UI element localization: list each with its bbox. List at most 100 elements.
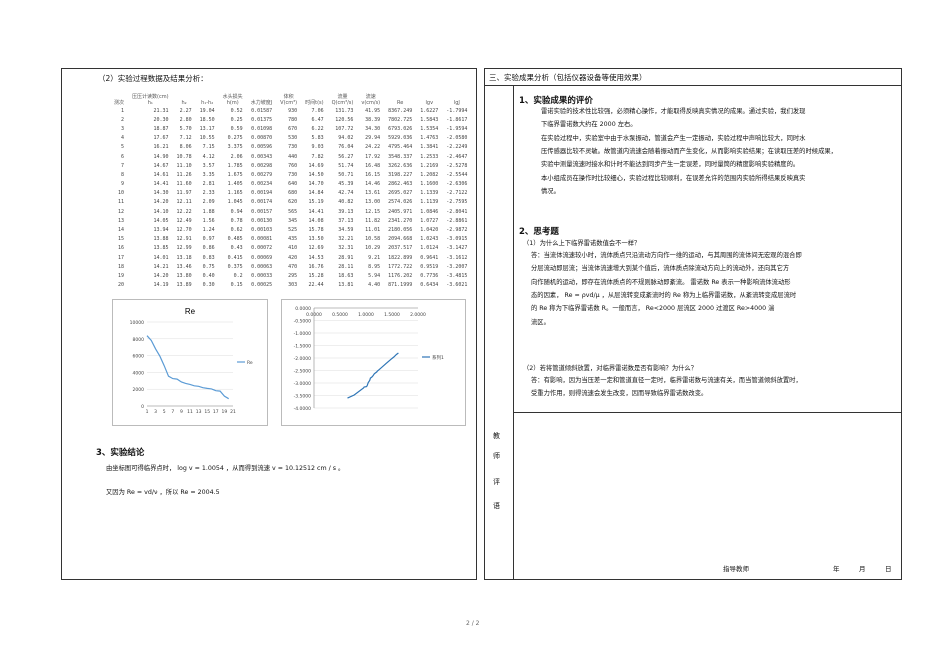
table-row: 13 14.05 12.49 1.56 0.78 0.00130 345 14.08 37.13… [110, 216, 471, 225]
table-header-cell: h₂ [181, 100, 187, 106]
table-cell: 14.53 [308, 254, 324, 261]
table-cell: 0.75 [202, 263, 215, 270]
table-cell: 24.22 [365, 144, 381, 151]
table-cell: -2.0580 [446, 135, 468, 142]
footer-day: 日 [885, 565, 892, 573]
footer-instructor: 指导教师 [723, 565, 749, 573]
table-cell: 16.48 [365, 162, 381, 169]
table-cell: 6.47 [311, 116, 324, 123]
table-cell: 871.1999 [388, 282, 413, 289]
table-cell: 1.0243 [420, 236, 439, 243]
table-cell: 15.78 [308, 227, 324, 234]
table-cell: 20 [117, 282, 125, 289]
table-cell: 0.485 [227, 236, 243, 243]
table-cell: 0.9519 [420, 263, 439, 270]
table-cell: 0.00279 [251, 171, 273, 178]
table-cell: -3.1612 [446, 254, 468, 261]
chart1-ytick: 10000 [130, 320, 144, 326]
table-cell: 14.90 [153, 153, 169, 160]
table-cell: 0.94 [230, 208, 243, 215]
table-cell: -2.6306 [446, 181, 468, 188]
table-cell: 19 [117, 272, 125, 279]
chart2-xtick: 1.0000 [358, 312, 374, 318]
table-cell: 1.405 [227, 181, 243, 188]
table-header-cell: 流量 Q(cm³/s) [331, 94, 354, 106]
table-header-cell: lgv [425, 100, 434, 106]
table-cell: 14.08 [308, 217, 324, 224]
side-label-2: 师 [493, 452, 500, 460]
p1-line: 雷诺实验的技术性比较强，必须精心操作，才能取得反映真实情况的成果。通过实验，我们… [541, 108, 806, 115]
table-cell: 51.74 [338, 162, 354, 169]
table-cell: 930 [288, 107, 298, 114]
section-title-data: （2）实验过程数据及结果分析： [98, 74, 208, 83]
table-cell: 4.40 [368, 282, 381, 289]
table-cell: -2.8861 [446, 217, 468, 224]
table-cell: -3.6021 [446, 282, 468, 289]
table-cell: 303 [288, 282, 298, 289]
table-cell: 18.87 [153, 125, 169, 132]
table-cell: 32.31 [338, 245, 354, 252]
table-cell: 2574.026 [388, 199, 413, 206]
table-cell: 17.67 [153, 135, 169, 142]
footer-year: 年 [833, 565, 840, 573]
header-divider [485, 85, 901, 86]
table-cell: 14.69 [308, 162, 324, 169]
table-row: 2 20.30 2.80 18.50 0.25 0.01375 780 6.47 120.56 3… [110, 115, 471, 124]
table-cell: 7.06 [311, 107, 324, 114]
chart1-xtick: 21 [230, 409, 236, 415]
table-cell: 0.7736 [420, 272, 439, 279]
table-cell: 345 [288, 217, 298, 224]
table-cell: 0.62 [230, 227, 243, 234]
table-cell: 3.57 [202, 162, 215, 169]
table-cell: 0.00194 [251, 190, 273, 197]
conclusion-line1: 由坐标图可得临界点时， log v = 1.0054 ，从而得到流速 v = 1… [106, 465, 345, 472]
table-header-cell: 流速 v(cm/s) [361, 94, 381, 106]
chart1-xtick: 1 [146, 409, 149, 415]
table-cell: 16.21 [153, 144, 169, 151]
table-cell: 13.00 [365, 199, 381, 206]
table-row: 16 13.85 12.99 0.86 0.43 0.00072 410 12.69 32.31… [110, 244, 471, 253]
chart1-xtick: 15 [204, 409, 210, 415]
table-row: 20 14.19 13.89 0.30 0.15 0.00025 303 22.44 13.81… [110, 281, 471, 290]
table-cell: 15 [117, 236, 125, 243]
questions-heading: 2、思考题 [519, 227, 559, 237]
table-cell: 530 [288, 135, 298, 142]
chart2-series-line [347, 352, 399, 399]
table-cell: 3.375 [227, 144, 243, 151]
table-cell: 39.13 [338, 208, 354, 215]
p1-line: 压传感器比较不灵敏。故管道内流速会随着振动而产生变化，从而影响实验结果；在读取压… [541, 147, 837, 155]
table-cell: 0.6434 [420, 282, 439, 289]
a1-line: 答：当流体流速较小时，流体质点只沿流动方向作一维的运动，与其周围的流体间无宏观的… [531, 252, 802, 259]
table-cell: 11.60 [176, 181, 192, 188]
chart1-ytick: 4000 [133, 370, 145, 376]
table-cell: 37.13 [338, 217, 354, 224]
table-row: 14 13.94 12.70 1.24 0.62 0.00103 525 15.78 34.59… [110, 225, 471, 234]
table-header-cell: 水头损失 h(m) [222, 94, 243, 106]
table-cell: 13.50 [308, 236, 324, 243]
table-cell: 0.00870 [251, 135, 273, 142]
chart2-ytick: -2.5000 [294, 369, 312, 375]
table-cell: 9.21 [368, 254, 381, 261]
side-label-1: 教 [493, 432, 500, 440]
p1-line: 实验中测量流速时接水和计时不能达到同步产生一定误差，同时量筒的精度影响实验精度的… [541, 161, 800, 169]
lg-chart-svg: 0.0000-0.5000-1.0000-1.5000-2.0000-2.500… [294, 306, 444, 412]
table-cell: 0.83 [202, 254, 215, 261]
conclusion-heading: 3、实验结论 [96, 448, 145, 458]
chart1-ytick: 0 [141, 404, 144, 410]
table-cell: 14.20 [153, 199, 169, 206]
table-cell: 2.81 [202, 181, 215, 188]
table-row: 17 14.01 13.18 0.83 0.415 0.00069 420 14.53 28.9… [110, 253, 471, 262]
chart1-xtick: 11 [187, 409, 193, 415]
table-cell: 10.78 [176, 153, 192, 160]
chart2-ytick: 0.0000 [295, 306, 311, 312]
table-cell: 13.89 [176, 282, 192, 289]
table-header-cell: 时间t(s) [305, 100, 324, 106]
table-cell: 19.04 [199, 107, 215, 114]
chart2-ytick: -4.0000 [294, 406, 312, 412]
table-header-cell: Re [397, 100, 404, 106]
table-cell: 9 [121, 181, 125, 188]
table-cell: 50.71 [338, 171, 354, 178]
table-row: 4 17.67 7.12 10.55 0.275 0.00870 530 5.83 94.02 2… [110, 134, 471, 143]
chart1-ytick: 8000 [133, 337, 145, 343]
table-cell: 13.94 [153, 227, 169, 234]
